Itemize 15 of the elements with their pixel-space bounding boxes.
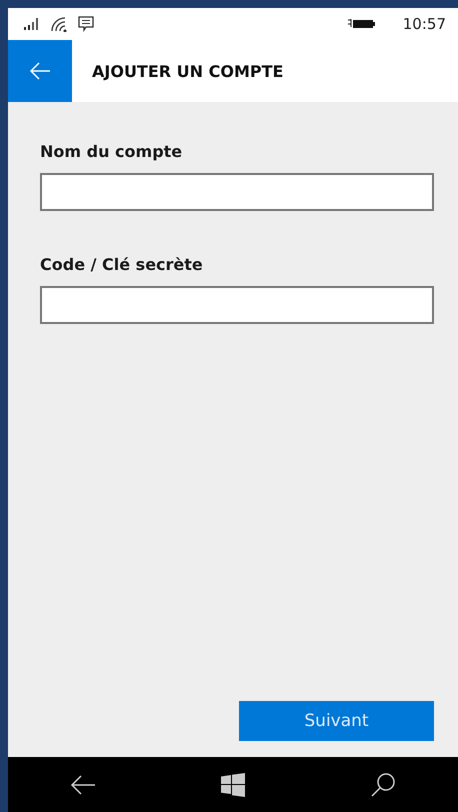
input-field[interactable]	[40, 173, 434, 211]
field-label: Code / Clé secrète	[40, 255, 204, 274]
back-arrow-icon	[29, 62, 51, 80]
signal-icon	[24, 18, 40, 30]
page-title: AJOUTER UN COMPTE	[92, 62, 284, 80]
wifi-icon	[50, 16, 68, 32]
clock-time: 10:57	[402, 15, 446, 33]
battery-icon	[346, 18, 377, 30]
message-icon	[78, 16, 94, 32]
field-label: Nom du compte	[40, 142, 184, 161]
windows-icon[interactable]	[220, 772, 245, 796]
next-button[interactable]: Suivant	[239, 701, 434, 741]
back-arrow-icon[interactable]	[70, 774, 96, 796]
search-icon[interactable]	[370, 772, 396, 798]
input-field[interactable]	[40, 286, 434, 324]
